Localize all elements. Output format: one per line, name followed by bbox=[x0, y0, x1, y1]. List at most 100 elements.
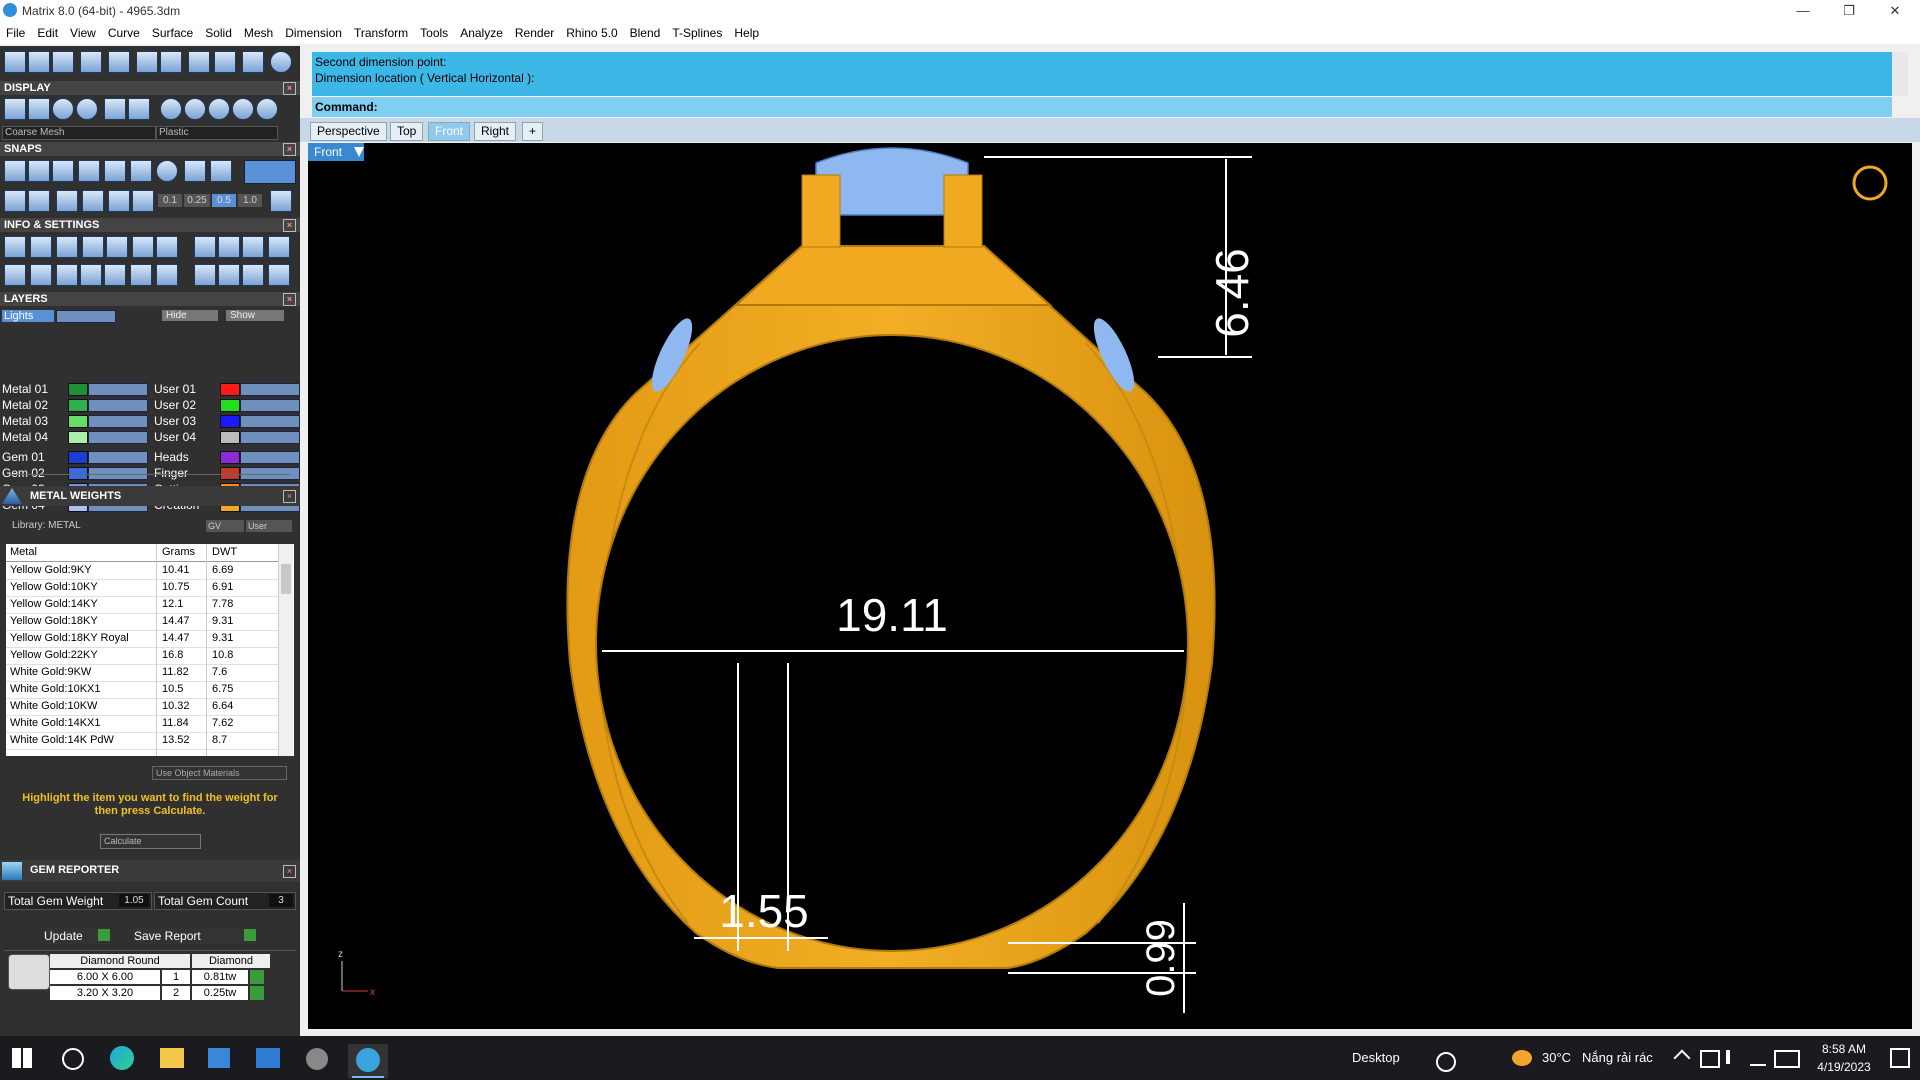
check-icon[interactable] bbox=[130, 264, 152, 286]
command-scrollbar[interactable] bbox=[1892, 52, 1908, 96]
ortho-icon[interactable] bbox=[28, 190, 50, 212]
arc-tool-icon[interactable] bbox=[28, 51, 50, 73]
material-sphere-4-icon[interactable] bbox=[232, 98, 254, 120]
array-tool-icon[interactable] bbox=[188, 51, 210, 73]
scrollbar-thumb[interactable] bbox=[281, 564, 291, 594]
menu-analyze[interactable]: Analyze bbox=[454, 26, 509, 40]
menu-surface[interactable]: Surface bbox=[146, 26, 199, 40]
grid-snap-icon[interactable] bbox=[270, 190, 292, 212]
layer-controls[interactable] bbox=[88, 451, 148, 464]
pen-icon[interactable] bbox=[1750, 1050, 1766, 1066]
layer-row[interactable]: Gem 01 bbox=[0, 450, 148, 464]
clock-time[interactable]: 8:58 AM bbox=[1808, 1042, 1880, 1056]
menu-view[interactable]: View bbox=[64, 26, 102, 40]
menu-dimension[interactable]: Dimension bbox=[279, 26, 348, 40]
xray-sphere-icon[interactable] bbox=[76, 98, 98, 120]
snap-tan-icon[interactable] bbox=[184, 160, 206, 182]
material-select[interactable]: Plastic bbox=[156, 126, 278, 140]
render-sphere-icon[interactable] bbox=[52, 98, 74, 120]
layer-row[interactable]: User 01 bbox=[152, 382, 300, 396]
table-row[interactable]: White Gold:10KX1 10.5 6.75 bbox=[6, 681, 282, 699]
layer-controls[interactable] bbox=[88, 399, 148, 412]
add-tab-button[interactable]: + bbox=[522, 122, 544, 141]
restore-button[interactable]: ❐ bbox=[1826, 0, 1872, 22]
snap-value-0-5[interactable]: 0.5 bbox=[212, 194, 236, 207]
gem-tool-icon[interactable] bbox=[242, 236, 264, 258]
front-viewport[interactable]: 6.46 19.11 1.55 0.99 z x bbox=[308, 143, 1912, 1029]
builder-tool-icon[interactable] bbox=[268, 236, 290, 258]
layer-color-swatch[interactable] bbox=[220, 415, 240, 428]
menu-mesh[interactable]: Mesh bbox=[238, 26, 279, 40]
keyboard-icon[interactable] bbox=[1774, 1050, 1800, 1068]
use-object-materials-toggle[interactable]: Use Object Materials bbox=[152, 766, 287, 780]
material-sphere-5-icon[interactable] bbox=[256, 98, 278, 120]
grid-icon[interactable] bbox=[4, 190, 26, 212]
cube-icon[interactable] bbox=[156, 236, 178, 258]
notifications-icon[interactable] bbox=[1890, 1048, 1910, 1068]
planar-icon[interactable] bbox=[56, 190, 78, 212]
layer-color-swatch[interactable] bbox=[68, 451, 88, 464]
weather-temperature[interactable]: 30°C bbox=[1542, 1050, 1571, 1065]
close-button[interactable]: ✕ bbox=[1872, 0, 1918, 22]
snap-end-icon[interactable] bbox=[4, 160, 26, 182]
layers-stack-icon[interactable] bbox=[56, 236, 78, 258]
menu-help[interactable]: Help bbox=[728, 26, 765, 40]
layer-controls[interactable] bbox=[240, 451, 300, 464]
smarttrack-icon[interactable] bbox=[108, 190, 130, 212]
menu-tsplines[interactable]: T-Splines bbox=[666, 26, 728, 40]
layer-color-swatch[interactable] bbox=[68, 399, 88, 412]
menu-edit[interactable]: Edit bbox=[31, 26, 64, 40]
windows-start-icon[interactable] bbox=[12, 1048, 32, 1068]
menu-file[interactable]: File bbox=[0, 26, 31, 40]
clock-date[interactable]: 4/19/2023 bbox=[1808, 1060, 1880, 1074]
filter-icon[interactable] bbox=[104, 264, 126, 286]
edge-browser-icon[interactable] bbox=[110, 1046, 134, 1070]
monitor-icon[interactable] bbox=[30, 264, 52, 286]
gem-row-select-button[interactable] bbox=[250, 970, 264, 984]
table-row[interactable]: White Gold:9KW 11.82 7.6 bbox=[6, 664, 282, 682]
object-icon[interactable] bbox=[56, 264, 78, 286]
matrix-app-task[interactable] bbox=[348, 1044, 388, 1078]
layer-row[interactable]: Metal 02 bbox=[0, 398, 148, 412]
layer-color-swatch[interactable] bbox=[220, 399, 240, 412]
show-layers-button[interactable]: Show bbox=[226, 310, 284, 321]
delete-tool-icon[interactable] bbox=[242, 51, 264, 73]
store-icon[interactable] bbox=[208, 1048, 230, 1068]
layer-row[interactable]: Metal 04 bbox=[0, 430, 148, 444]
display-settings-icon[interactable] bbox=[128, 98, 150, 120]
select-tool-icon[interactable] bbox=[4, 51, 26, 73]
mail-icon[interactable] bbox=[256, 1048, 280, 1068]
close-icon[interactable]: × bbox=[283, 865, 296, 878]
close-icon[interactable]: × bbox=[283, 490, 296, 503]
zoom-icon[interactable] bbox=[30, 236, 52, 258]
layer-controls[interactable] bbox=[240, 399, 300, 412]
layer-row[interactable]: Finger bbox=[152, 466, 300, 480]
weather-icon[interactable] bbox=[1512, 1050, 1532, 1066]
layer-row[interactable]: Metal 03 bbox=[0, 414, 148, 428]
people-icon[interactable] bbox=[1436, 1052, 1456, 1072]
close-icon[interactable]: × bbox=[283, 82, 296, 95]
menu-curve[interactable]: Curve bbox=[102, 26, 146, 40]
close-icon[interactable]: × bbox=[283, 143, 296, 156]
minimize-button[interactable]: — bbox=[1780, 0, 1826, 22]
gem-row-select-button[interactable] bbox=[250, 986, 264, 1000]
snap-toggle-icon[interactable] bbox=[244, 160, 296, 184]
calculate-button[interactable]: Calculate bbox=[100, 834, 201, 849]
curve-tool-icon[interactable] bbox=[52, 51, 74, 73]
snap-value-1-0[interactable]: 1.0 bbox=[238, 194, 262, 207]
update-button[interactable]: Update bbox=[44, 928, 110, 944]
close-icon[interactable]: × bbox=[283, 293, 296, 306]
layer-controls[interactable] bbox=[240, 383, 300, 396]
snap-near-icon[interactable] bbox=[28, 160, 50, 182]
settings-gear-icon[interactable] bbox=[4, 236, 26, 258]
chevron-down-icon[interactable] bbox=[354, 147, 364, 157]
tab-front[interactable]: Front bbox=[428, 122, 471, 141]
layer-row[interactable]: Gem 02 bbox=[0, 466, 148, 480]
snap-intersect-icon[interactable] bbox=[130, 160, 152, 182]
menu-blend[interactable]: Blend bbox=[624, 26, 667, 40]
mesh-quality-select[interactable]: Coarse Mesh bbox=[2, 126, 156, 140]
menu-solid[interactable]: Solid bbox=[199, 26, 238, 40]
layer-color-swatch[interactable] bbox=[220, 431, 240, 444]
volume-icon[interactable] bbox=[1726, 1050, 1744, 1064]
lights-layer[interactable]: Lights bbox=[2, 310, 54, 322]
